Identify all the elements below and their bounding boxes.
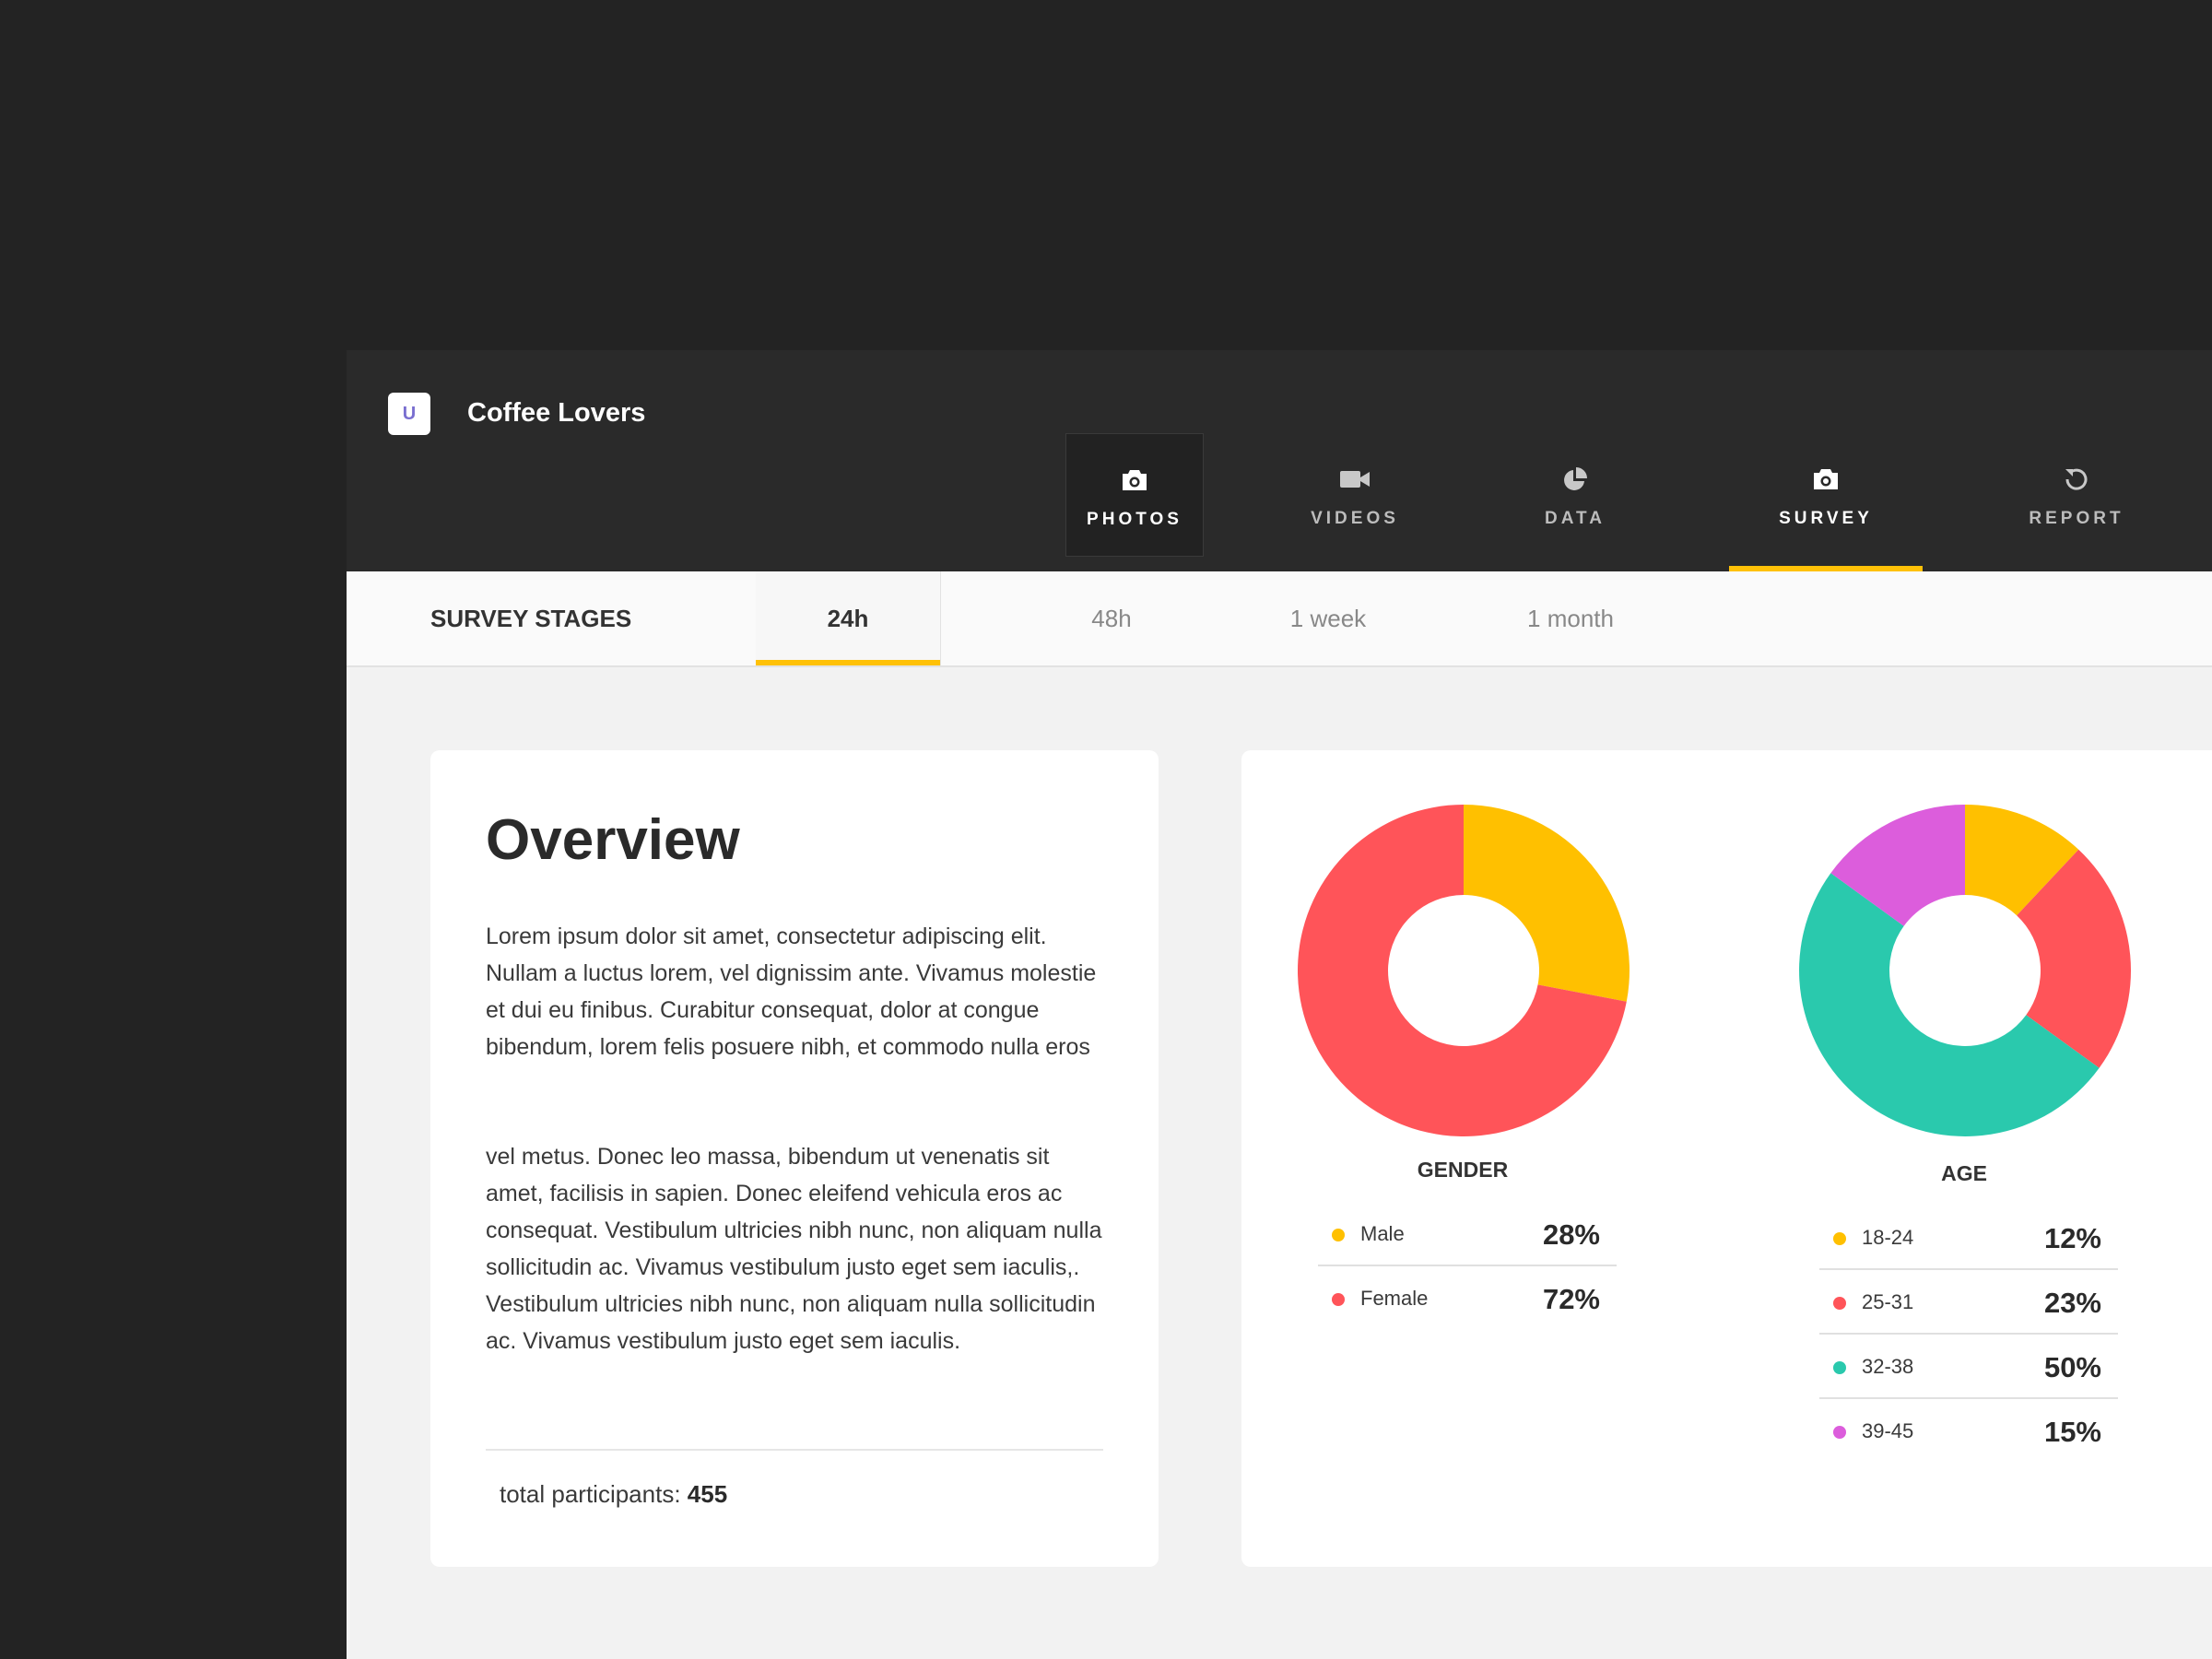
stage-tab-1-week[interactable]: 1 week <box>1236 571 1420 665</box>
gender-chart-title: GENDER <box>1417 1158 1509 1182</box>
app-header: U Coffee Lovers PHOTOS VIDEOS DATA SURVE… <box>347 350 2212 571</box>
gender-donut-svg <box>1298 805 1630 1136</box>
camera-icon <box>1812 461 1840 498</box>
nav-tab-label: SURVEY <box>1779 509 1873 528</box>
nav-tab-label: PHOTOS <box>1087 510 1182 529</box>
pie-chart-icon <box>1561 461 1589 498</box>
nav-tab-label: DATA <box>1545 509 1606 528</box>
legend-value: 50% <box>2043 1351 2101 1383</box>
legend-row: 32-38 50% <box>1819 1335 2118 1399</box>
nav-tab-label: REPORT <box>2029 509 2124 528</box>
overview-title: Overview <box>486 808 740 872</box>
legend-row: 25-31 23% <box>1819 1270 2118 1335</box>
nav-tab-data[interactable]: DATA <box>1506 433 1644 557</box>
nav-tab-videos[interactable]: VIDEOS <box>1286 433 1424 557</box>
stage-tab-48h[interactable]: 48h <box>1019 571 1204 665</box>
video-camera-icon <box>1339 461 1371 498</box>
app-window: U Coffee Lovers PHOTOS VIDEOS DATA SURVE… <box>347 350 2212 1659</box>
legend-dot <box>1332 1229 1345 1241</box>
stage-tab-1-month[interactable]: 1 month <box>1478 571 1663 665</box>
legend-label: Male <box>1360 1222 1405 1245</box>
age-legend: 18-24 12% 25-31 23% 32-38 50% 39-45 15% <box>1819 1206 2118 1464</box>
legend-row: 18-24 12% <box>1819 1206 2118 1270</box>
legend-label: Female <box>1360 1287 1429 1310</box>
age-donut-svg <box>1799 805 2131 1136</box>
legend-value: 28% <box>1542 1218 1600 1251</box>
legend-label: 39-45 <box>1862 1419 1914 1442</box>
stage-tab-24h[interactable]: 24h <box>756 571 941 665</box>
overview-card: Overview Lorem ipsum dolor sit amet, con… <box>430 750 1159 1567</box>
legend-value: 72% <box>1542 1283 1600 1315</box>
legend-dot <box>1833 1426 1846 1439</box>
refresh-icon <box>2062 461 2091 498</box>
project-title: Coffee Lovers <box>467 398 646 428</box>
legend-value: 15% <box>2043 1416 2101 1448</box>
age-donut-chart <box>1797 803 2133 1143</box>
legend-dot <box>1332 1293 1345 1306</box>
legend-label: 32-38 <box>1862 1355 1914 1378</box>
legend-row: 39-45 15% <box>1819 1399 2118 1464</box>
age-chart-title: AGE <box>1941 1161 1987 1185</box>
total-participants: total participants: 455 <box>500 1480 727 1509</box>
survey-stages-label: SURVEY STAGES <box>430 605 632 632</box>
nav-tab-report[interactable]: REPORT <box>2007 433 2146 557</box>
app-logo[interactable]: U <box>388 393 430 435</box>
nav-tab-photos[interactable]: PHOTOS <box>1065 433 1204 557</box>
participants-count: 455 <box>687 1480 728 1508</box>
nav-tab-survey[interactable]: SURVEY <box>1757 433 1895 557</box>
legend-label: 18-24 <box>1862 1226 1914 1249</box>
nav-tab-label: VIDEOS <box>1311 509 1399 528</box>
stage-active-indicator <box>756 660 940 665</box>
overview-paragraph: Lorem ipsum dolor sit amet, consectetur … <box>486 924 1097 1060</box>
gender-donut-chart <box>1296 803 1631 1143</box>
legend-dot <box>1833 1232 1846 1245</box>
demographics-card: GENDER Male 28% Female 72% AGE 18-24 12% 25-3… <box>1241 750 2212 1567</box>
legend-dot <box>1833 1297 1846 1310</box>
donut-slice-male <box>1464 805 1630 1002</box>
gender-legend: Male 28% Female 72% <box>1318 1202 1617 1331</box>
overview-paragraph: vel metus. Donec leo massa, bibendum ut … <box>486 1144 1102 1354</box>
legend-value: 23% <box>2043 1287 2101 1319</box>
survey-stages-bar: SURVEY STAGES 24h 48h 1 week 1 month <box>347 571 2212 667</box>
legend-row: Female 72% <box>1318 1266 1617 1331</box>
legend-value: 12% <box>2043 1222 2101 1254</box>
camera-icon <box>1121 462 1148 499</box>
participants-label: total participants: <box>500 1480 681 1508</box>
legend-dot <box>1833 1361 1846 1374</box>
divider <box>486 1449 1103 1451</box>
legend-label: 25-31 <box>1862 1290 1914 1313</box>
legend-row: Male 28% <box>1318 1202 1617 1266</box>
